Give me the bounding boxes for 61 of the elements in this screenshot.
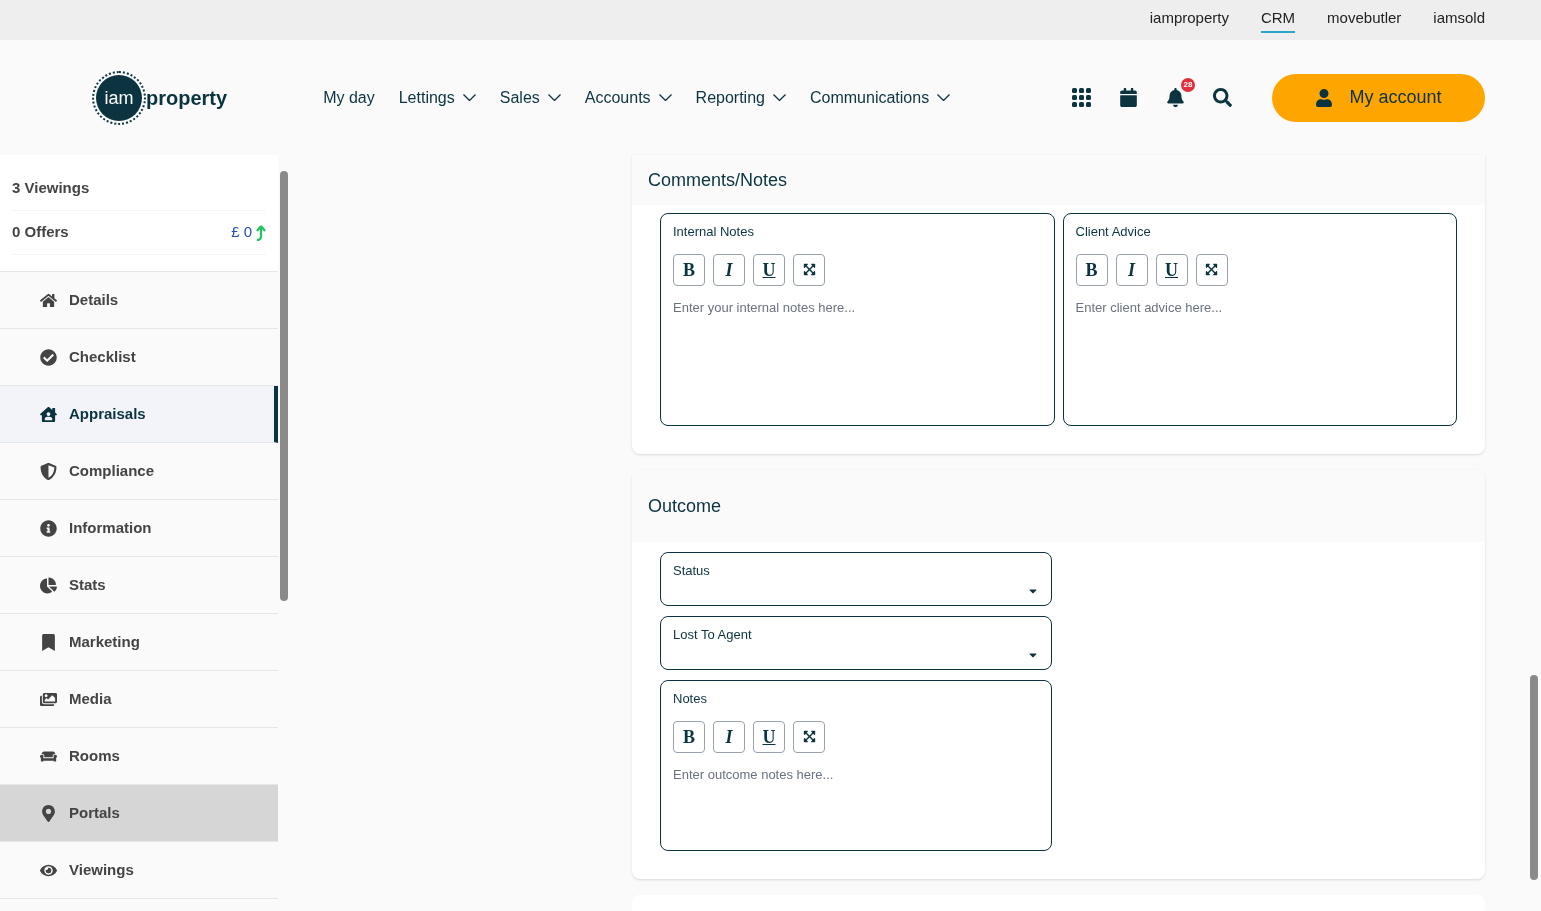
format-button[interactable]: U [753,720,785,753]
sidebar-icon [40,576,57,594]
user-icon [1315,88,1334,107]
format-button[interactable]: U [1155,253,1188,286]
sidebar-icon [40,633,57,651]
site-link[interactable]: CRM [1260,6,1296,34]
site-link[interactable]: iamsold [1433,6,1485,34]
expand-icon [802,730,816,743]
nav-menu-item[interactable]: Sales [499,85,540,110]
editor-label: Internal Notes [673,223,755,241]
sidebar-icon [40,348,57,366]
editor-input[interactable]: Enter your internal notes here... [673,297,1042,417]
format-button[interactable]: B [1075,253,1108,286]
offers-count: 0 Offers [12,222,69,243]
select-field[interactable]: Status [660,552,1052,606]
nav-menu-item[interactable]: Lettings [398,85,455,110]
format-button[interactable]: B [673,253,705,286]
nav-menu-item[interactable]: My day [323,85,375,110]
sidebar-icon [40,291,57,309]
sidebar-icon [40,405,57,423]
format-button[interactable]: U [753,253,785,286]
sidebar-icon [40,804,57,822]
sidebar-icon [40,462,57,480]
notifications-icon[interactable] [1166,88,1185,107]
rich-text-editor[interactable]: Internal Notes B I U Enter your internal notes here... [660,213,1055,426]
nav-menu-item[interactable]: Accounts [584,85,651,110]
format-button[interactable]: I [1115,253,1148,286]
site-link[interactable]: movebutler [1327,6,1402,34]
sidebar-item[interactable]: Appraisals [0,386,278,443]
site-link[interactable]: iamproperty [1149,6,1229,34]
notification-badge: 28 [1181,78,1195,92]
editor-input[interactable]: Enter client advice here... [1075,297,1444,417]
format-button[interactable]: I [713,253,745,286]
logo[interactable]: iam property [96,74,228,121]
editor-label: Notes [673,690,708,708]
rich-text-editor[interactable]: Notes B I U Enter outcome notes here... [660,680,1052,851]
calendar-icon[interactable] [1119,88,1138,107]
expand-button[interactable] [793,253,825,286]
format-button[interactable]: I [713,720,745,753]
viewings-count: 3 Viewings [12,178,90,199]
sidebar-icon [40,519,57,537]
rich-text-editor[interactable]: Client Advice B I U Enter client advice here... [1062,213,1457,426]
format-button[interactable]: B [673,720,705,753]
nav-menu-item[interactable]: Reporting [695,85,765,110]
sidebar-item[interactable]: Portals [0,785,278,842]
expand-button[interactable] [793,720,825,753]
apps-grid-icon[interactable] [1072,88,1091,107]
expand-icon [802,263,816,276]
my-account-button[interactable]: My account [1272,73,1485,122]
select-field[interactable]: Lost To Agent [660,616,1052,670]
editor-label: Client Advice [1075,223,1152,241]
nav-menu-item[interactable]: Communications [809,85,930,110]
up-arrow-icon [256,224,266,241]
offer-value: £ 0 [231,222,252,243]
editor-input[interactable]: Enter outcome notes here... [673,764,1039,842]
expand-icon [1205,263,1218,276]
section-title: Comments/Notes [648,168,788,192]
expand-button[interactable] [1195,253,1228,286]
search-icon[interactable] [1213,88,1232,107]
section-title: Outcome [648,494,722,518]
sidebar-icon [40,690,57,708]
